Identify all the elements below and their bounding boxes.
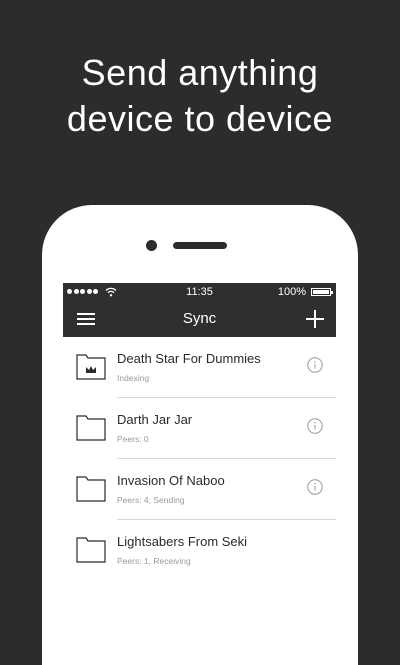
promo-headline: Send anything device to device — [0, 50, 400, 142]
folder-icon — [76, 415, 106, 441]
battery-percentage: 100% — [277, 286, 306, 298]
headline-line-2: device to device — [66, 98, 334, 139]
folder-status: Peers: 1, Receiving — [117, 556, 191, 566]
folder-row[interactable]: Darth Jar Jar Peers: 0 — [63, 398, 336, 459]
folder-name: Lightsabers From Seki — [117, 534, 248, 549]
headline-line-1: Send anything — [81, 52, 319, 93]
info-icon[interactable] — [307, 479, 323, 495]
folder-icon — [76, 476, 106, 502]
folder-icon — [76, 537, 106, 563]
phone-speaker — [173, 242, 227, 249]
folder-status: Peers: 4, Sending — [117, 495, 185, 505]
nav-bar: Sync — [63, 301, 336, 337]
phone-screen: 11:35 100% Sync Death Star For Dummies I… — [63, 283, 336, 600]
battery-icon — [311, 288, 333, 296]
phone-camera — [146, 240, 157, 251]
folder-row[interactable]: Lightsabers From Seki Peers: 1, Receivin… — [63, 520, 336, 581]
folder-name: Invasion Of Naboo — [117, 473, 225, 488]
phone-side-button-left — [40, 290, 42, 304]
info-icon[interactable] — [307, 418, 323, 434]
folder-name: Death Star For Dummies — [117, 351, 261, 366]
nav-title: Sync — [182, 310, 217, 327]
folder-status: Peers: 0 — [117, 434, 149, 444]
add-icon[interactable] — [306, 310, 324, 328]
info-icon[interactable] — [307, 357, 323, 373]
status-bar: 11:35 100% — [63, 283, 336, 301]
folder-name: Darth Jar Jar — [117, 412, 193, 427]
folder-list: Death Star For Dummies Indexing Darth Ja… — [63, 337, 336, 581]
phone-side-button-right — [358, 345, 360, 371]
folder-row[interactable]: Invasion Of Naboo Peers: 4, Sending — [63, 459, 336, 520]
folder-row[interactable]: Death Star For Dummies Indexing — [63, 337, 336, 398]
folder-status: Indexing — [117, 373, 150, 383]
folder-indexing-icon — [76, 354, 106, 380]
